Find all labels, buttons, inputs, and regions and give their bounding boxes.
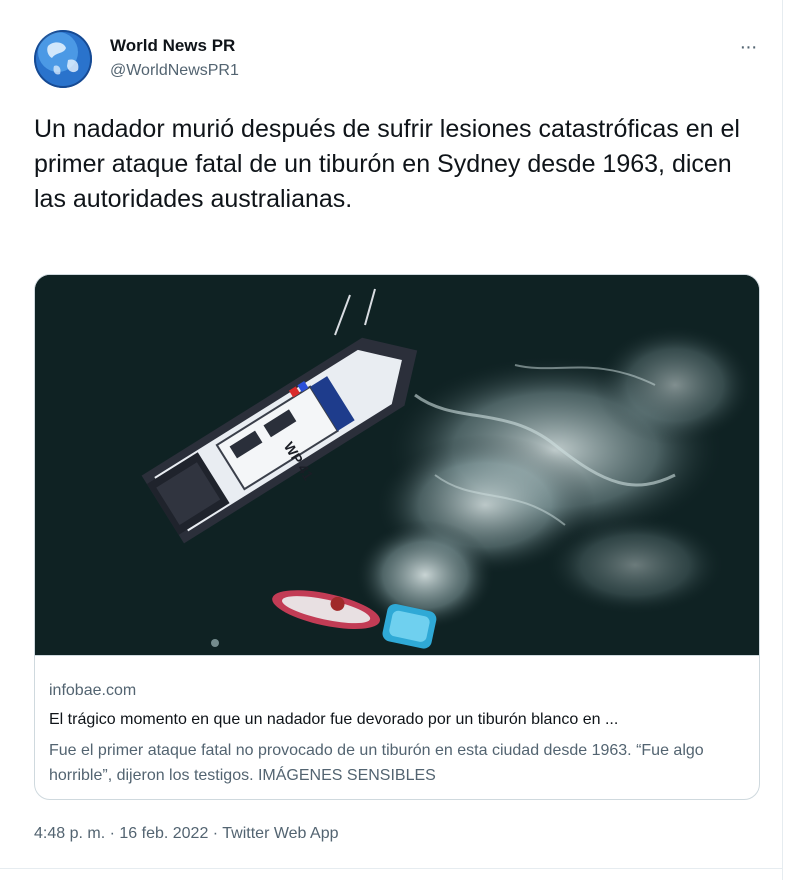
author-display-name[interactable]: World News PR bbox=[110, 36, 235, 56]
card-title: El trágico momento en que un nadador fue… bbox=[49, 711, 619, 728]
divider bbox=[0, 868, 783, 869]
card-domain: infobae.com bbox=[49, 682, 137, 699]
tweet-source[interactable]: Twitter Web App bbox=[222, 825, 338, 842]
card-image: WP 41 bbox=[35, 275, 759, 655]
avatar[interactable] bbox=[34, 30, 92, 88]
tweet: World News PR @WorldNewsPR1 ··· Un nadad… bbox=[0, 0, 783, 880]
tweet-date[interactable]: 16 feb. 2022 bbox=[119, 825, 208, 842]
globe-icon bbox=[34, 30, 92, 88]
meta-separator: · bbox=[105, 825, 120, 842]
boat-aerial-image: WP 41 bbox=[35, 275, 759, 655]
tweet-text: Un nadador murió después de sufrir lesio… bbox=[34, 115, 740, 213]
tweet-meta: 4:48 p. m. · 16 feb. 2022 · Twitter Web … bbox=[34, 825, 338, 843]
card-description: Fue el primer ataque fatal no provocado … bbox=[49, 742, 704, 784]
author-handle[interactable]: @WorldNewsPR1 bbox=[110, 62, 239, 80]
more-options-icon[interactable]: ··· bbox=[730, 34, 766, 60]
tweet-time[interactable]: 4:48 p. m. bbox=[34, 825, 105, 842]
card-info[interactable]: infobae.com El trágico momento en que un… bbox=[35, 655, 759, 799]
link-card[interactable]: WP 41 infobae.com El trágico momento en … bbox=[34, 274, 760, 800]
meta-separator: · bbox=[208, 825, 223, 842]
